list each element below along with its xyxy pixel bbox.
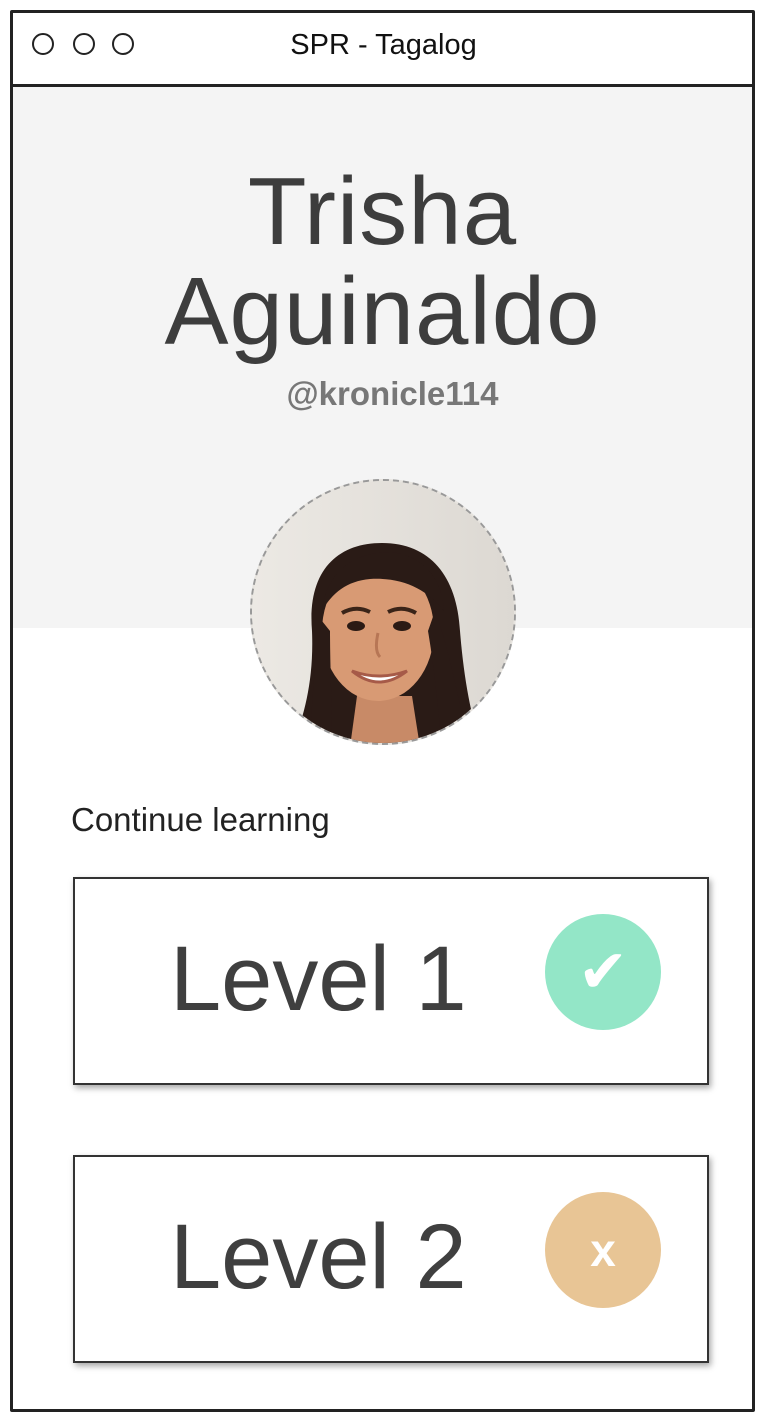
level-card-1[interactable]: Level 1 ✔ bbox=[73, 877, 709, 1085]
check-icon: ✔ bbox=[545, 914, 661, 1030]
continue-learning-heading: Continue learning bbox=[71, 801, 330, 838]
x-icon: x bbox=[545, 1192, 661, 1308]
profile-last-name: Aguinaldo bbox=[164, 258, 601, 365]
profile-name: Trisha Aguinaldo bbox=[13, 162, 752, 362]
level-label: Level 1 bbox=[170, 928, 467, 1030]
level-label: Level 2 bbox=[170, 1206, 467, 1308]
avatar[interactable] bbox=[250, 479, 516, 745]
profile-photo-icon bbox=[252, 481, 514, 743]
profile-handle: @kronicle114 bbox=[286, 375, 499, 412]
app-window: SPR - Tagalog Trisha Aguinaldo @kronicle… bbox=[10, 10, 755, 1412]
level-card-2[interactable]: Level 2 x bbox=[73, 1155, 709, 1363]
window-title: SPR - Tagalog bbox=[290, 29, 477, 61]
title-bar: SPR - Tagalog bbox=[13, 13, 752, 87]
profile-first-name: Trisha bbox=[247, 158, 518, 265]
